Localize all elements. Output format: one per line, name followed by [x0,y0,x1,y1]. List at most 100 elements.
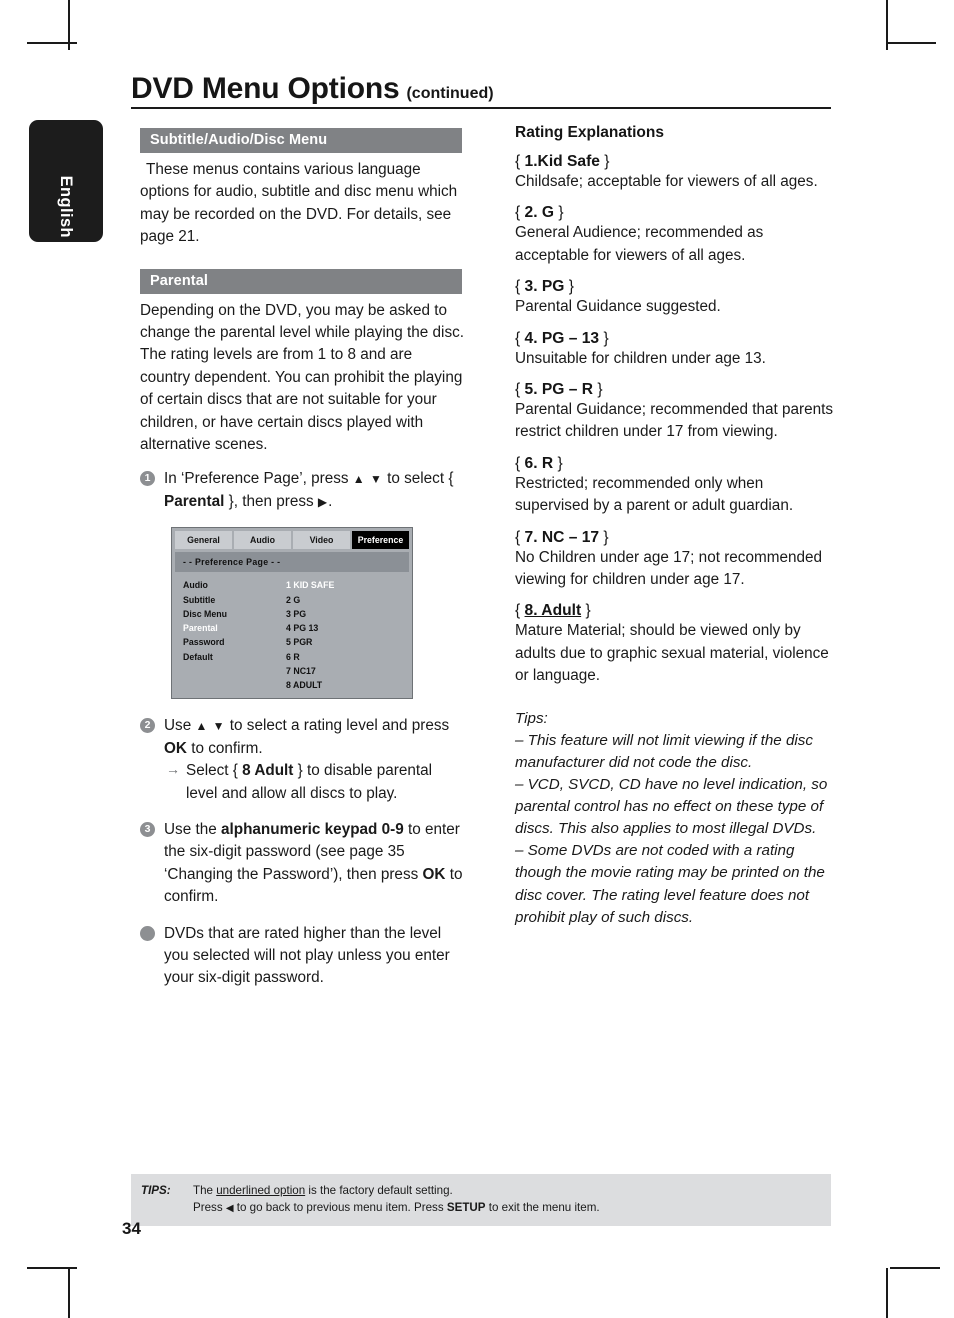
language-tab: English [29,120,103,242]
rating-name-7: 7. NC – 17 [524,528,600,546]
rating-label-8: { 8. Adult } [515,602,591,620]
footer-tips-line-2: Press ◀ to go back to previous menu item… [141,1199,821,1216]
tip-item-2: – VCD, SVCD, CD have no level indication… [515,776,828,838]
rating-description-1: Childsafe; acceptable for viewers of all… [515,173,818,190]
rating-label-4: { 4. PG – 13 } [515,329,609,347]
step-bullet-text: DVDs that are rated higher than the leve… [164,924,450,987]
right-column: Rating Explanations { 1.Kid Safe } Child… [515,124,835,929]
step-1-bold-parental: Parental [164,492,225,510]
crop-mark-top-left-h [27,42,77,44]
tip-item-3: – Some DVDs are not coded with a rating … [515,842,825,926]
rating-name-2: 2. G [524,204,555,222]
rating-entry-5: { 5. PG – R } Parental Guidance; recomme… [515,381,835,444]
step-3-marker: 3 [140,821,155,837]
tv-rating-7-nc17[interactable]: 7 NC17 [286,664,396,678]
tv-menu-page-title: - - Preference Page - - [175,552,409,573]
step-1-text-a: In ‘Preference Page’, press [164,470,353,488]
rating-entry-3: { 3. PG } Parental Guidance suggested. [515,278,835,318]
tv-menu-body: Audio Subtitle Disc Menu Parental Passwo… [175,572,409,692]
step-1-marker: 1 [140,471,155,487]
page-title: DVD Menu Options (continued) [131,72,831,106]
tv-tab-audio[interactable]: Audio [234,531,291,550]
rating-label-1: { 1.Kid Safe } [515,153,610,170]
section-heading-subtitle-audio-disc-menu: Subtitle/Audio/Disc Menu [140,128,462,153]
footer-tips-label-spacer [141,1199,193,1216]
tv-menu-item-password[interactable]: Password [183,635,286,649]
tips-label: Tips: [515,709,548,727]
tv-rating-4-pg-13[interactable]: 4 PG 13 [286,621,396,635]
tv-rating-3-pg[interactable]: 3 PG [286,607,396,621]
tv-rating-2-g[interactable]: 2 G [286,593,396,607]
rating-description-5: Parental Guidance; recommended that pare… [515,401,834,441]
rating-label-5: { 5. PG – R } [515,381,603,399]
rating-name-6: 6. R [524,454,554,472]
step-2: 2 Use ▲ ▼ to select a rating level and p… [140,715,465,805]
rating-entry-7: { 7. NC – 17 } No Children under age 17;… [515,529,835,592]
up-down-triangle-icon: ▲ ▼ [195,719,226,734]
tv-tab-general[interactable]: General [175,531,232,550]
step-2-bold-ok: OK [164,739,187,757]
rating-name-8: 8. Adult [524,602,582,620]
tv-rating-5-pgr[interactable]: 5 PGR [286,635,396,649]
page-number: 34 [122,1219,141,1238]
step-2-substep-text-a: Select { [186,762,243,780]
page-title-continued: (continued) [406,85,494,102]
tv-menu-item-disc-menu[interactable]: Disc Menu [183,607,286,621]
step-2-marker: 2 [140,718,155,734]
tv-menu-item-default[interactable]: Default [183,650,286,664]
step-2-substep-bold: 8 Adult [242,762,294,780]
footer-tips-line-1-text: The underlined option is the factory def… [193,1182,453,1199]
footer-line2-setup: SETUP [446,1201,486,1215]
rating-description-8: Mature Material; should be viewed only b… [515,622,829,685]
tv-menu-item-audio[interactable]: Audio [183,578,286,592]
step-3-bold-keypad: alphanumeric keypad 0-9 [220,820,404,838]
language-tab-label: English [57,175,76,238]
step-1: 1 In ‘Preference Page’, press ▲ ▼ to sel… [140,468,465,513]
tv-rating-value-list: 1 KID SAFE 2 G 3 PG 4 PG 13 5 PGR 6 R 7 … [286,578,396,692]
step-1-text-d: . [328,492,333,510]
tv-tab-video[interactable]: Video [293,531,350,550]
tv-rating-8-adult[interactable]: 8 ADULT [286,678,396,692]
tv-menu-item-subtitle[interactable]: Subtitle [183,593,286,607]
tv-tab-preference[interactable]: Preference [352,531,409,550]
step-bullet-note: DVDs that are rated higher than the leve… [140,923,465,990]
tv-menu-item-parental[interactable]: Parental [183,621,286,635]
tv-menu-item-list: Audio Subtitle Disc Menu Parental Passwo… [183,578,286,692]
rating-description-4: Unsuitable for children under age 13. [515,349,766,367]
section-body-parental: Depending on the DVD, you may be asked t… [140,301,464,454]
rating-entry-8: { 8. Adult } Mature Material; should be … [515,602,835,687]
footer-line1-a: The [193,1184,217,1197]
page-title-main: DVD Menu Options [131,72,400,105]
footer-line2-a: Press [193,1201,226,1215]
tips-block: Tips: – This feature will not limit view… [515,708,835,929]
crop-mark-bottom-left-v [68,1268,70,1318]
rating-entry-2: { 2. G } General Audience; recommended a… [515,204,835,267]
footer-line1-underlined: underlined option [216,1184,306,1197]
rating-entry-6: { 6. R } Restricted; recommended only wh… [515,455,835,518]
rating-explanations-heading: Rating Explanations [515,124,664,141]
step-3-text-a: Use the [164,820,221,838]
bullet-marker-icon [140,925,155,941]
rating-name-3: 3. PG [524,278,565,296]
footer-tips-line-2-text: Press ◀ to go back to previous menu item… [193,1199,600,1216]
crop-mark-bottom-right-h [890,1267,940,1269]
right-triangle-icon: ▶ [317,494,329,509]
tv-menu-screenshot: General Audio Video Preference - - Prefe… [171,527,413,700]
footer-tips-label: TIPS: [141,1184,171,1197]
header-divider [131,107,831,110]
tv-rating-1-kid-safe[interactable]: 1 KID SAFE [286,578,396,592]
crop-mark-bottom-right-v [886,1268,888,1318]
step-2-text-c: to confirm. [186,739,263,757]
step-2-text-b: to select a rating level and press [225,717,450,735]
tip-item-1: – This feature will not limit viewing if… [515,731,813,771]
rating-label-3: { 3. PG } [515,278,574,296]
rating-description-7: No Children under age 17; not recommende… [515,548,822,589]
rating-description-3: Parental Guidance suggested. [515,298,721,316]
crop-mark-top-right-h [886,42,936,44]
footer-line2-c: to exit the menu item. [485,1201,600,1215]
tv-rating-6-r[interactable]: 6 R [286,650,396,664]
step-2-substep: → Select { 8 Adult } to disable parental … [164,760,465,805]
left-triangle-icon: ◀ [225,1203,234,1215]
rating-name-5: 5. PG – R [524,381,594,399]
rating-name-4: 4. PG – 13 [524,329,600,347]
